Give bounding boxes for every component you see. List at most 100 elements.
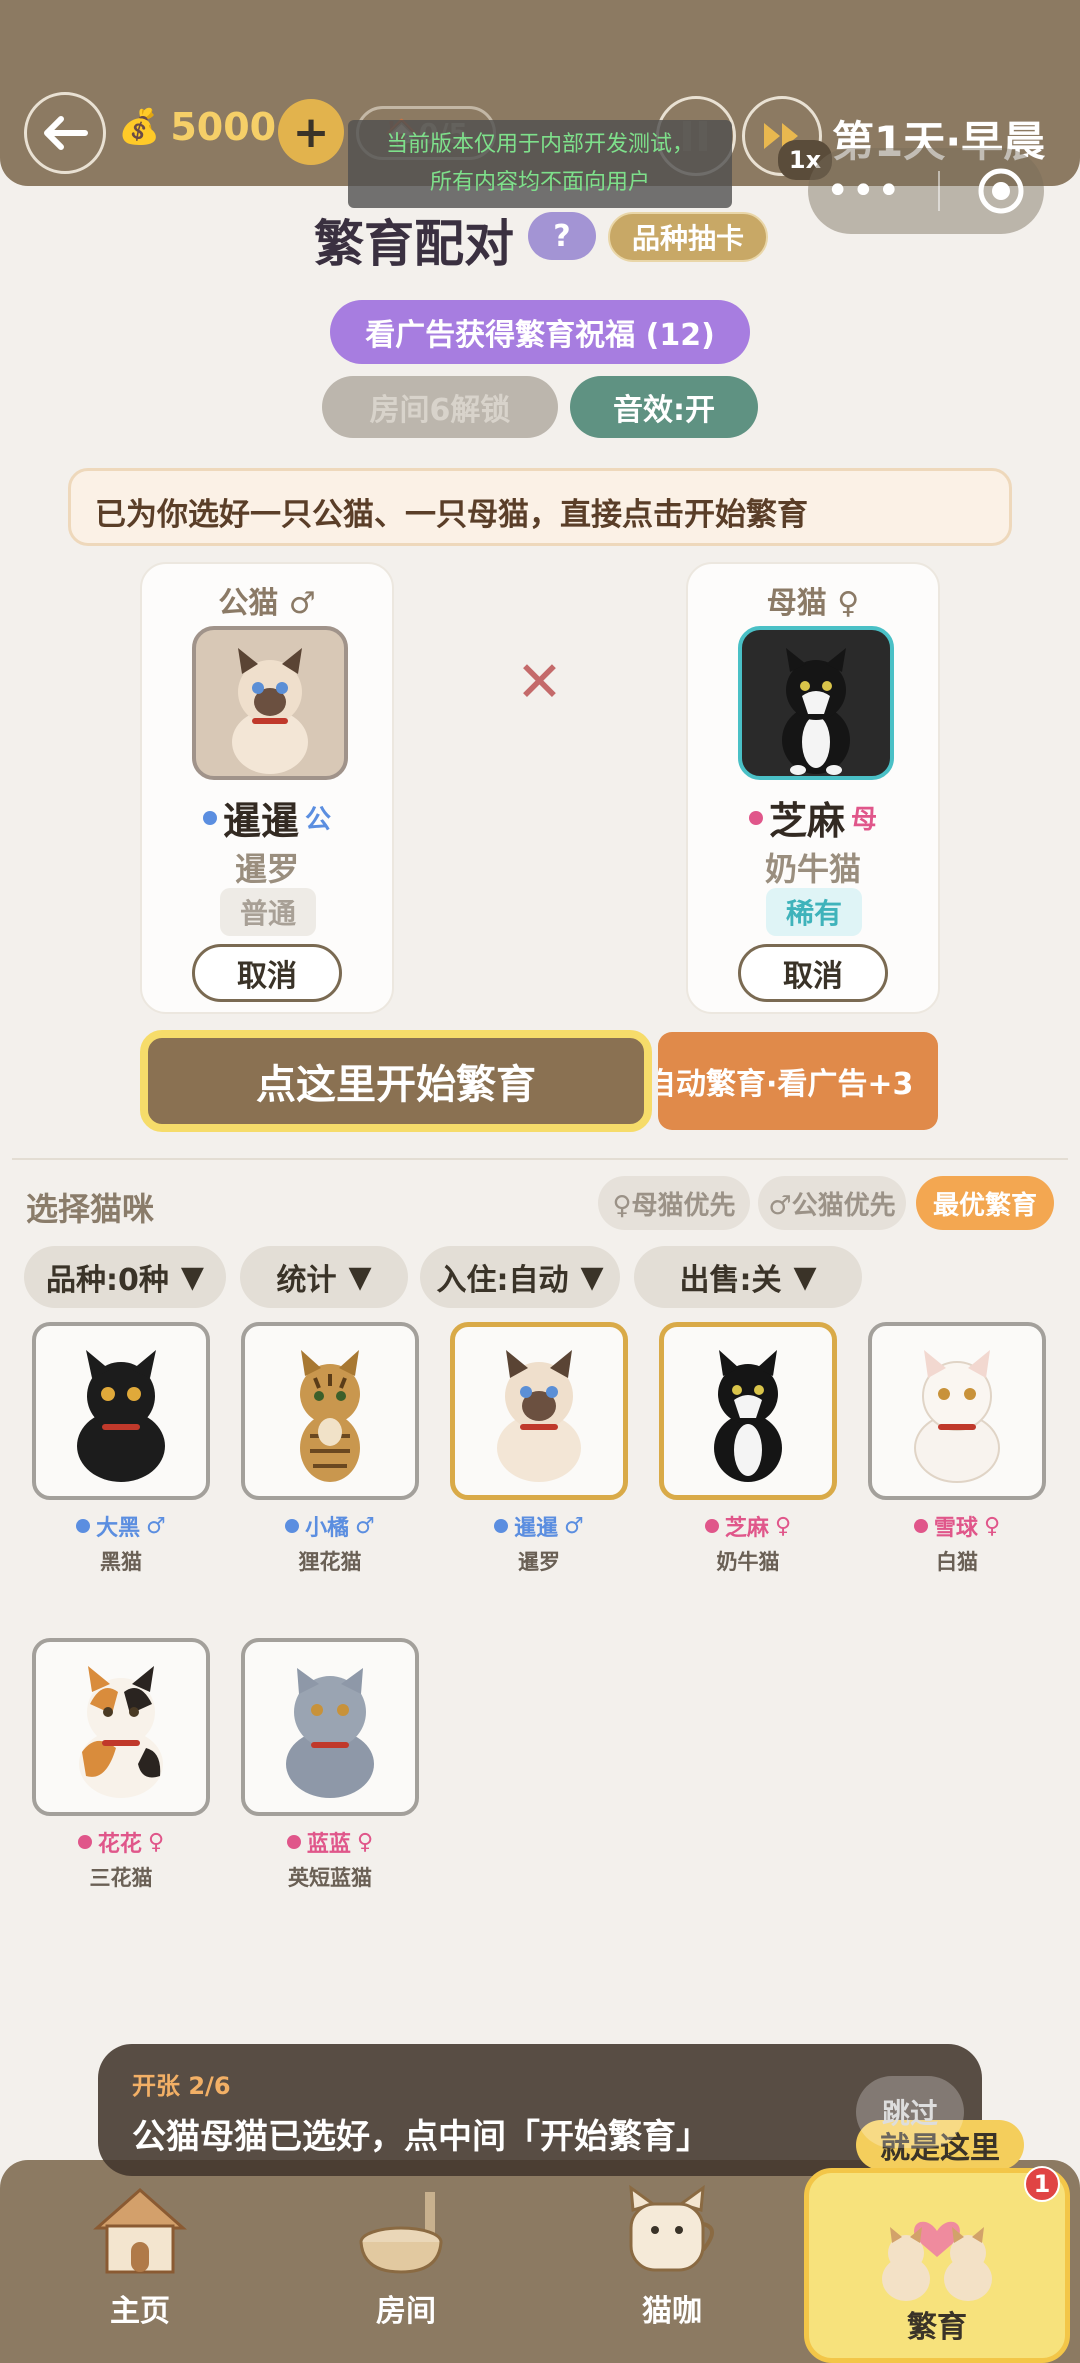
female-tag: 母 [851,805,878,835]
tuxedo-cat-image [659,1322,837,1500]
cat-name: 暹暹 [514,1516,559,1541]
sale-dropdown[interactable]: 出售:关 ▼ [634,1246,862,1308]
back-button[interactable] [24,92,106,174]
male-rarity-badge: 普通 [220,888,316,936]
tabby-cat-image [241,1322,419,1500]
chevron-down-icon: ▼ [793,1259,817,1295]
add-coins-button[interactable]: + [278,99,344,165]
mini-program-capsule[interactable]: ••• [808,148,1044,234]
nav-room-label: 房间 [376,2294,436,2329]
checkin-dropdown[interactable]: 入住:自动 ▼ [420,1246,620,1308]
cat-breed: 黑猫 [100,1550,142,1574]
breed-dropdown[interactable]: 品种:0种 ▼ [24,1246,226,1308]
female-rarity-badge: 稀有 [766,888,862,936]
stats-dropdown[interactable]: 统计 ▼ [240,1246,408,1308]
select-cats-title: 选择猫咪 [26,1190,155,1228]
cat-breed: 白猫 [936,1550,978,1574]
tuxedo-cat-image [738,626,894,780]
start-breeding-button[interactable]: 点这里开始繁育 [140,1030,652,1132]
page-title: 繁育配对 [314,215,514,273]
nav-cafe-label: 猫咖 [642,2294,702,2329]
stats-dropdown-label: 统计 [276,1263,337,1298]
cat-name: 小橘 [305,1516,350,1541]
siamese-cat-image [192,626,348,780]
female-first-filter[interactable]: ♀母猫优先 [598,1176,750,1230]
cat-name: 雪球 [933,1516,978,1541]
tutorial-message: 公猫母猫已选好，点中间「开始繁育」 [132,2117,710,2157]
siamese-cat-image [450,1322,628,1500]
cat-item-selected[interactable]: 暹暹 ♂ 暹罗 [450,1322,628,1576]
help-button[interactable]: ? [528,212,596,260]
notification-badge: 1 [1024,2166,1060,2202]
cat-name: 蓝蓝 [306,1832,351,1857]
female-cat-card: 母猫 ♀ 芝麻 母 奶牛猫 稀有 取消 [686,562,940,1014]
dev-notice: 当前版本仅用于内部开发测试， 所有内容均不面向用户 [348,120,732,208]
nav-home-label: 主页 [110,2294,170,2329]
white-cat-image [868,1322,1046,1500]
cat-breed: 奶牛猫 [716,1550,780,1574]
cat-item[interactable]: 大黑 ♂ 黑猫 [32,1322,210,1576]
male-symbol-icon: ♂ [355,1513,375,1539]
female-cat-breed: 奶牛猫 [764,850,861,888]
female-cancel-button[interactable]: 取消 [738,944,888,1002]
cat-item[interactable]: 蓝蓝 ♀ 英短蓝猫 [241,1638,419,1892]
british-shorthair-cat-image [241,1638,419,1816]
more-dots-icon[interactable]: ••• [826,168,903,214]
female-symbol-icon: ♀ [147,1829,165,1855]
male-cat-breed: 暹罗 [234,850,299,888]
breed-gacha-button[interactable]: 品种抽卡 [608,212,768,262]
female-symbol-icon: ♀ [983,1513,1001,1539]
nav-home[interactable]: 主页 [40,2180,240,2350]
male-symbol-icon: ♂ [564,1513,584,1539]
male-cat-name: 暹暹 [222,799,299,843]
male-cat-card: 公猫 ♂ 暹暹 公 暹罗 普通 取消 [140,562,394,1014]
male-cancel-button[interactable]: 取消 [192,944,342,1002]
close-target-icon[interactable] [976,166,1026,216]
female-label: 母猫 ♀ [766,586,860,621]
tutorial-toast: 开张 2/6 公猫母猫已选好，点中间「开始繁育」 [98,2044,982,2176]
cat-item-selected[interactable]: 芝麻 ♀ 奶牛猫 [659,1322,837,1576]
female-symbol-icon: ♀ [774,1513,792,1539]
male-label: 公猫 ♂ [218,586,316,621]
checkin-dropdown-label: 入住:自动 [436,1263,569,1298]
female-dot [748,810,763,825]
money-bag-icon: 💰 [118,107,161,147]
cat-breed: 三花猫 [89,1866,153,1890]
male-first-filter[interactable]: ♂公猫优先 [758,1176,906,1230]
male-tag: 公 [305,805,332,835]
divider [12,1158,1068,1160]
chevron-down-icon: ▼ [180,1259,204,1295]
arrow-left-icon [44,116,88,150]
nav-room[interactable]: 房间 [306,2180,506,2350]
cat-item[interactable]: 小橘 ♂ 狸花猫 [241,1322,419,1576]
sound-toggle-button[interactable]: 音效:开 [570,376,758,438]
male-dot [202,810,217,825]
coin-counter: 💰 5000 [118,105,276,149]
calico-cat-image [32,1638,210,1816]
tutorial-step: 开张 2/6 [132,2072,231,2100]
cat-cup-icon [629,2184,714,2272]
male-symbol-icon: ♂ [146,1513,166,1539]
cross-icon: ✕ [516,650,563,715]
auto-breed-ad-button[interactable]: 自动繁育·看广告+3 [658,1032,938,1130]
sale-dropdown-label: 出售:关 [679,1263,782,1298]
best-breed-filter[interactable]: 最优繁育 [916,1176,1054,1230]
ad-blessing-button[interactable]: 看广告获得繁育祝福 (12) [330,300,750,364]
skip-tutorial-button[interactable]: 跳过 [856,2076,964,2148]
cat-bowl-icon [359,2192,443,2274]
unlock-room-button[interactable]: 房间6解锁 [322,376,558,438]
cat-name: 大黑 [96,1516,141,1541]
cat-breed: 暹罗 [518,1550,560,1574]
dev-notice-line2: 所有内容均不面向用户 [429,170,650,195]
nav-cafe[interactable]: 猫咖 [572,2180,772,2350]
hint-banner: 已为你选好一只公猫、一只母猫，直接点击开始繁育 [68,468,1012,546]
cat-name: 芝麻 [724,1516,769,1541]
cat-item[interactable]: 花花 ♀ 三花猫 [32,1638,210,1892]
female-symbol-icon: ♀ [356,1829,374,1855]
cat-breed: 英短蓝猫 [288,1866,372,1890]
black-cat-image [32,1322,210,1500]
cat-breed: 狸花猫 [298,1550,362,1574]
nav-breed-label: 繁育 [907,2310,967,2345]
cat-name: 花花 [97,1832,142,1857]
cat-item[interactable]: 雪球 ♀ 白猫 [868,1322,1046,1576]
